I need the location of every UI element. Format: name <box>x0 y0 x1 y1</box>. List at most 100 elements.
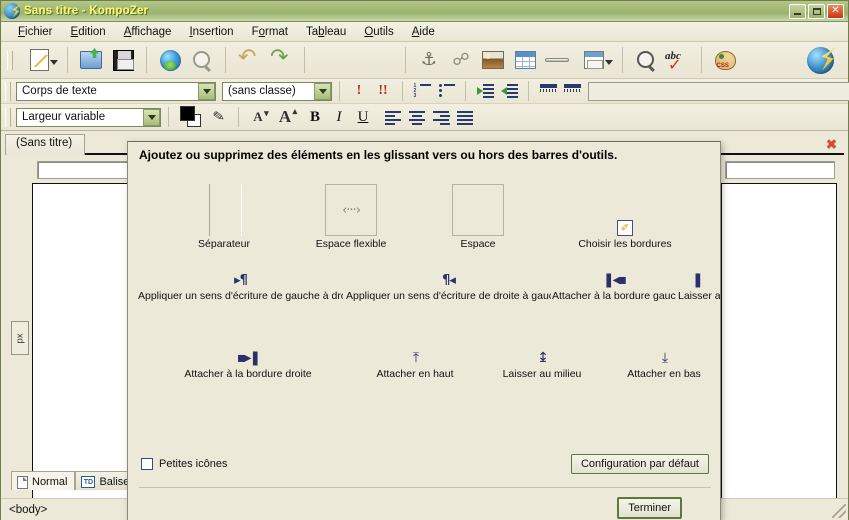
increase-spacing-button[interactable] <box>561 81 583 101</box>
table-button[interactable] <box>510 45 540 75</box>
toolbar-gripper[interactable] <box>5 108 11 127</box>
toolbar-separator <box>304 47 305 73</box>
menu-format[interactable]: Format <box>243 24 297 40</box>
editor-canvas-right[interactable] <box>721 183 837 508</box>
close-button[interactable]: ✕ <box>827 4 844 19</box>
finish-button[interactable]: Terminer <box>617 497 682 519</box>
flexible-space-glyph: ‹···› <box>325 184 377 236</box>
text-color-swatch[interactable] <box>180 106 202 128</box>
toolbar-gripper[interactable] <box>7 51 13 70</box>
strong-emphasis-button[interactable]: !! <box>372 81 394 101</box>
palette-item-rtl-direction[interactable]: ¶◂ Appliquer un sens d'écriture de droit… <box>346 270 551 302</box>
outdent-button[interactable] <box>498 81 520 101</box>
close-tab-icon[interactable]: ✖ <box>824 137 839 152</box>
form-button[interactable] <box>574 45 614 75</box>
spellcheck-button[interactable]: abc✓ <box>663 45 693 75</box>
bold-icon: B <box>310 109 320 126</box>
preview-button[interactable] <box>187 45 217 75</box>
minimize-icon <box>794 13 801 15</box>
small-icons-checkbox[interactable] <box>141 458 153 470</box>
decrease-font-size-button[interactable]: A▾ <box>247 107 269 127</box>
menu-affichage[interactable]: Affichage <box>115 24 181 40</box>
link-button[interactable]: ☍ <box>446 45 476 75</box>
toolbar-gripper[interactable] <box>5 82 11 101</box>
numbered-list-button[interactable]: 123 <box>411 81 433 101</box>
resize-grip[interactable] <box>832 504 846 518</box>
align-justify-button[interactable] <box>454 107 476 127</box>
globe-feather-icon <box>807 47 834 74</box>
italic-button[interactable]: I <box>328 107 350 127</box>
bulleted-list-button[interactable] <box>435 81 457 101</box>
new-document-icon <box>30 49 49 71</box>
palette-item-choisir-les-bordures[interactable]: ✐ Choisir les bordures <box>555 180 695 250</box>
paragraph-style-select[interactable]: Corps de texte <box>16 82 216 101</box>
palette-item-separateur[interactable]: Séparateur <box>164 180 284 250</box>
small-icons-row[interactable]: Petites icônes <box>141 458 227 470</box>
page-title-field-right[interactable] <box>725 161 835 179</box>
new-document-button[interactable] <box>19 45 59 75</box>
palette-item-attach-bottom[interactable]: ⤓ Attacher en bas <box>584 348 721 380</box>
find-button[interactable] <box>631 45 661 75</box>
window-controls: ✕ <box>789 4 844 19</box>
menu-outils[interactable]: Outils <box>355 24 402 40</box>
ltr-direction-icon: ▸¶ <box>234 272 247 288</box>
ordered-list-icon: 123 <box>414 84 431 98</box>
menu-aide[interactable]: Aide <box>403 24 444 40</box>
redo-button[interactable] <box>266 45 296 75</box>
menu-fichier[interactable]: FFichierichier <box>9 24 62 40</box>
status-text: <body> <box>9 504 47 516</box>
width-select[interactable]: Largeur variable <box>16 108 161 127</box>
align-right-button[interactable] <box>430 107 452 127</box>
exclamation-icon: ! <box>357 83 362 99</box>
rtl-direction-icon-wrap: ¶◂ <box>346 270 551 288</box>
emphasis-button[interactable]: ! <box>348 81 370 101</box>
underline-button[interactable]: U <box>352 107 374 127</box>
width-select-value: Largeur variable <box>22 111 105 123</box>
increase-font-size-button[interactable]: A▴ <box>274 107 296 127</box>
class-select[interactable]: (sans classe) <box>222 82 332 101</box>
bold-button[interactable]: B <box>304 107 326 127</box>
space-glyph-wrap <box>418 180 538 236</box>
center-vertically-icon: ↨ <box>537 350 547 366</box>
minimize-button[interactable] <box>789 4 806 19</box>
choose-borders-icon-wrap: ✐ <box>555 180 695 236</box>
indent-button[interactable] <box>474 81 496 101</box>
undo-button[interactable] <box>234 45 264 75</box>
palette-item-ltr-direction[interactable]: ▸¶ Appliquer un sens d'écriture de gauch… <box>138 270 343 302</box>
globe-publish-icon <box>160 50 181 71</box>
palette-item-espace-flexible[interactable]: ‹···› Espace flexible <box>291 180 411 250</box>
class-select-value: (sans classe) <box>228 85 296 97</box>
palette-item-espace[interactable]: Espace <box>418 180 538 250</box>
align-left-button[interactable] <box>382 107 404 127</box>
palette-item-center-horizontally[interactable]: ❚ Laisser au centre <box>678 270 721 302</box>
menu-edition[interactable]: Edition <box>62 24 115 40</box>
default-config-button[interactable]: Configuration par défaut <box>571 454 709 474</box>
palette-item-attach-left[interactable]: ❚◂▪ Attacher à la bordure gauche <box>552 270 676 302</box>
decrease-spacing-button[interactable] <box>537 81 559 101</box>
id-field[interactable] <box>588 82 849 101</box>
anchor-icon: ⚓ <box>421 51 437 69</box>
align-center-icon <box>409 111 426 124</box>
toolbar-separator <box>701 47 702 73</box>
form-icon <box>584 51 604 69</box>
menu-insertion[interactable]: Insertion <box>180 24 242 40</box>
palette-item-attach-right[interactable]: ▪▸❚ Attacher à la bordure droite <box>153 348 343 380</box>
open-file-button[interactable] <box>76 45 106 75</box>
highlight-color-button[interactable]: ✎ <box>208 107 230 127</box>
magnifier-preview-icon <box>192 50 212 70</box>
align-center-button[interactable] <box>406 107 428 127</box>
tab-normal[interactable]: Normal <box>11 471 75 490</box>
browse-button[interactable] <box>802 45 838 75</box>
document-tab[interactable]: (Sans titre) <box>5 134 85 155</box>
horizontal-rule-button[interactable] <box>542 45 572 75</box>
menu-tableau[interactable]: Tableau <box>297 24 355 40</box>
vertical-ruler-tab[interactable]: px <box>11 321 29 355</box>
css-editor-button[interactable] <box>710 45 740 75</box>
publish-button[interactable] <box>155 45 185 75</box>
tab-normal-label: Normal <box>32 476 67 488</box>
space-glyph <box>452 184 504 236</box>
anchor-button[interactable]: ⚓ <box>414 45 444 75</box>
save-button[interactable] <box>108 45 138 75</box>
maximize-button[interactable] <box>808 4 825 19</box>
image-button[interactable] <box>478 45 508 75</box>
